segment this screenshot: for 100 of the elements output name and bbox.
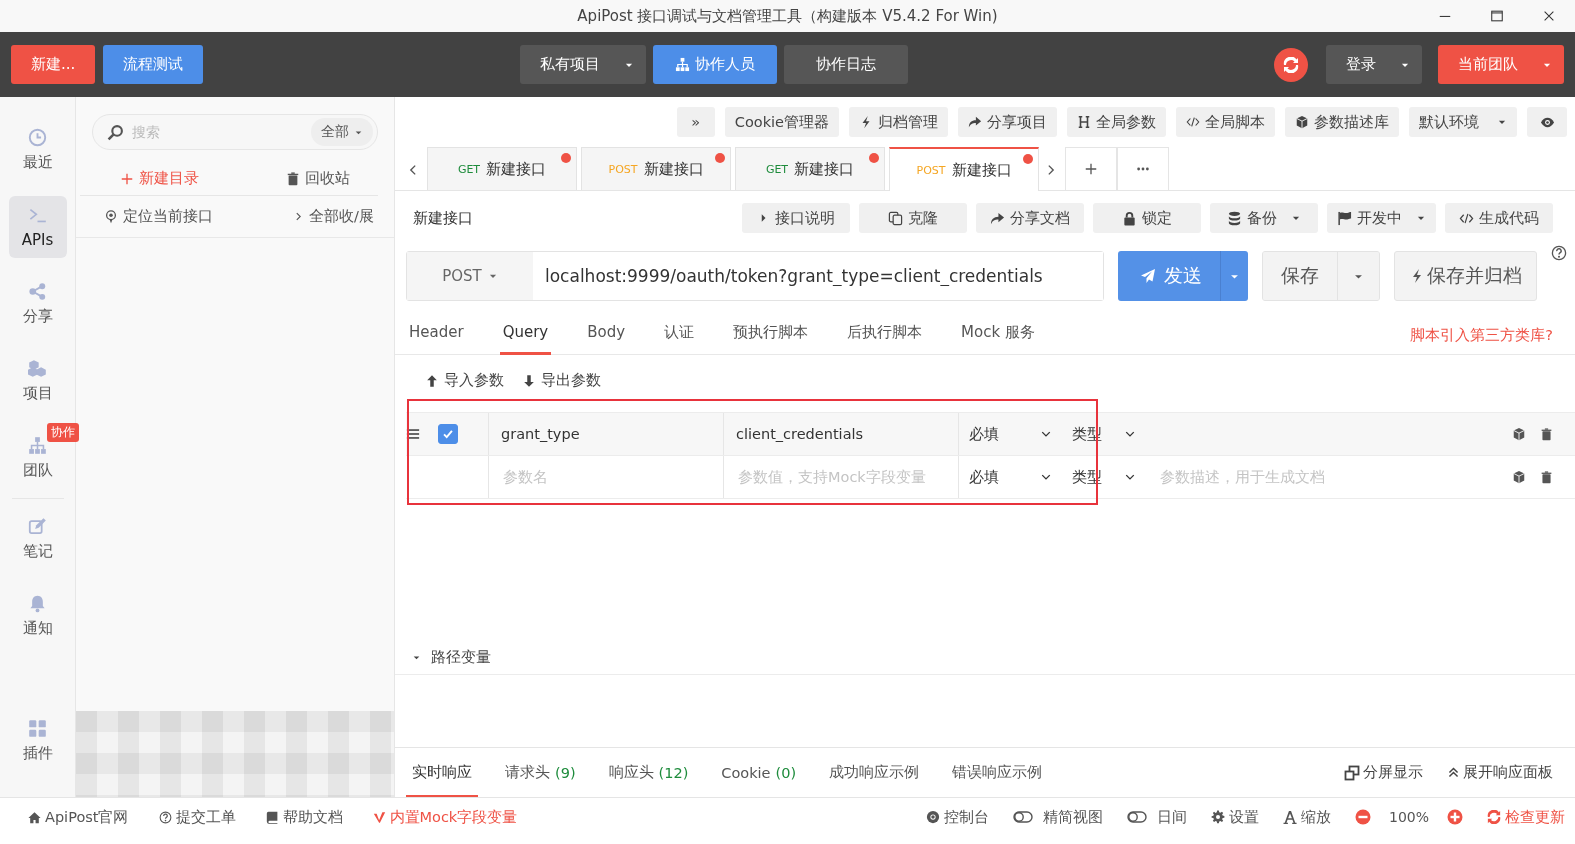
- rail-item[interactable]: APIs: [8, 196, 67, 258]
- sidebar-action[interactable]: 回收站: [286, 169, 350, 188]
- toolbar-button[interactable]: 全局脚本: [1176, 107, 1275, 137]
- request-tab[interactable]: POST 新建接口: [889, 147, 1039, 191]
- delete-button[interactable]: [1540, 427, 1553, 441]
- status-link[interactable]: ApiPost官网: [28, 807, 129, 827]
- dropdown-button[interactable]: 开发中: [1327, 203, 1436, 233]
- send-menu-button[interactable]: [1219, 251, 1249, 301]
- method-dropdown[interactable]: POST: [407, 252, 533, 300]
- trash-icon: [1540, 427, 1553, 441]
- response-tab[interactable]: 错误响应示例: [946, 747, 1049, 798]
- method-label: GET: [765, 162, 789, 176]
- database-icon: [1227, 210, 1242, 226]
- dropdown-button[interactable]: 私有项目: [519, 45, 646, 84]
- drag-handle-icon: [406, 427, 420, 441]
- dropdown-button[interactable]: 当前团队: [1438, 45, 1564, 84]
- trash-icon: [1540, 470, 1553, 484]
- input-field[interactable]: 参数名: [501, 468, 711, 486]
- toolbar-button[interactable]: 分享项目: [958, 107, 1057, 137]
- dropdown-button[interactable]: 登录: [1326, 45, 1422, 84]
- search-field[interactable]: 搜索 全部: [92, 114, 378, 150]
- request-tab[interactable]: POST 新建接口: [581, 147, 731, 190]
- share-icon: [990, 210, 1005, 226]
- dropdown-button[interactable]: 备份: [1210, 203, 1318, 233]
- param-tab[interactable]: Mock 服务: [958, 316, 1038, 355]
- param-tab[interactable]: Header: [406, 316, 467, 355]
- url-field[interactable]: POST localhost:9999/oauth/token?grant_type=client_credentials: [406, 251, 1104, 301]
- checkbox[interactable]: [438, 424, 458, 444]
- sync-button[interactable]: [1274, 47, 1308, 82]
- path-variables-toggle[interactable]: 路径变量: [412, 648, 491, 667]
- status-button[interactable]: 控制台: [925, 807, 989, 827]
- param-tab[interactable]: 认证: [661, 316, 698, 355]
- expand-panel-button[interactable]: 展开响应面板: [1447, 763, 1553, 782]
- dropdown[interactable]: 必填: [959, 456, 1062, 498]
- response-tab[interactable]: Cookie (0): [715, 747, 803, 798]
- script-library-link[interactable]: 脚本引入第三方类库?: [1410, 326, 1553, 345]
- close-icon: [1542, 9, 1556, 23]
- question-icon: [158, 810, 172, 824]
- rail-item[interactable]: 分享: [8, 273, 67, 335]
- book-icon: [265, 810, 279, 824]
- sidebar-action[interactable]: 全部收/展: [293, 207, 374, 226]
- toggle-switch[interactable]: 精简视图: [1012, 807, 1103, 827]
- trash-icon: [286, 171, 300, 186]
- toolbar-button[interactable]: 归档管理: [849, 107, 948, 137]
- param-tab[interactable]: Query: [499, 316, 552, 355]
- rail-item[interactable]: 最近: [8, 119, 67, 181]
- status-button[interactable]: 设置: [1210, 807, 1259, 827]
- response-tab[interactable]: 响应头 (12): [602, 747, 695, 798]
- status-link[interactable]: 内置Mock字段变量: [372, 807, 518, 827]
- font-icon: [1282, 810, 1297, 824]
- zoom-in-button[interactable]: [1447, 809, 1463, 825]
- request-tab[interactable]: GET 新建接口: [427, 147, 577, 190]
- rail-item[interactable]: 通知: [8, 585, 67, 647]
- param-tab[interactable]: 预执行脚本: [730, 316, 812, 355]
- rail-item[interactable]: 笔记: [8, 508, 67, 570]
- toolbar-button[interactable]: 生成代码: [1445, 203, 1553, 233]
- status-link[interactable]: 提交工单: [158, 807, 236, 827]
- eye-button[interactable]: [1527, 107, 1567, 137]
- tab-title: 新建接口: [794, 159, 855, 179]
- input-field[interactable]: 参数描述，用于生成文档: [1158, 468, 1512, 486]
- dropdown-button[interactable]: 默认环境: [1409, 107, 1517, 137]
- filter-dropdown[interactable]: 全部: [311, 118, 373, 146]
- method-label: POST: [608, 162, 638, 176]
- response-tab[interactable]: 请求头 (9): [499, 747, 582, 798]
- sidebar-action[interactable]: 定位当前接口: [104, 207, 213, 226]
- toolbar-button[interactable]: 锁定: [1093, 203, 1201, 233]
- delete-button[interactable]: [1540, 470, 1553, 484]
- rail-item[interactable]: 项目: [8, 350, 67, 412]
- toolbar-button[interactable]: 全局参数: [1067, 107, 1166, 137]
- clock-icon: [28, 128, 47, 147]
- toolbar-button[interactable]: 克隆: [859, 203, 967, 233]
- dropdown[interactable]: 必填: [959, 413, 1062, 455]
- toolbar-button[interactable]: 新建...: [11, 45, 96, 84]
- toolbar-button[interactable]: 分享文档: [976, 203, 1084, 233]
- cube-button[interactable]: [1512, 470, 1526, 484]
- zoom-out-button[interactable]: [1354, 809, 1371, 825]
- toggle-switch[interactable]: 日间: [1126, 807, 1187, 827]
- status-link[interactable]: 帮助文档: [265, 807, 343, 827]
- cube-button[interactable]: [1512, 427, 1526, 441]
- arrow-up-icon: [425, 373, 439, 388]
- arrow-down-icon: [522, 373, 536, 388]
- request-tab[interactable]: GET 新建接口: [735, 147, 885, 190]
- param-tab[interactable]: 后执行脚本: [844, 316, 926, 355]
- toolbar-button[interactable]: 参数描述库: [1285, 107, 1399, 137]
- rail-item[interactable]: 插件: [8, 710, 67, 772]
- save-archive-button[interactable]: 保存并归档: [1394, 251, 1537, 301]
- status-button[interactable]: 缩放: [1282, 807, 1331, 827]
- split-view-button[interactable]: 分屏显示: [1344, 763, 1423, 782]
- minus-icon: [1354, 809, 1371, 825]
- import-button[interactable]: 导入参数: [425, 371, 504, 390]
- export-button[interactable]: 导出参数: [522, 371, 601, 390]
- bell-icon: [28, 594, 47, 613]
- toolbar-button[interactable]: 接口说明: [742, 203, 850, 233]
- send-icon: [1139, 268, 1156, 284]
- toolbar-button[interactable]: »: [676, 107, 715, 137]
- update-link[interactable]: 检查更新: [1487, 807, 1565, 827]
- param-tab[interactable]: Body: [584, 316, 629, 355]
- response-tab[interactable]: 成功响应示例: [823, 747, 926, 798]
- toolbar-button[interactable]: 协作日志: [783, 45, 908, 84]
- toolbar-button[interactable]: Cookie管理器: [724, 107, 839, 137]
